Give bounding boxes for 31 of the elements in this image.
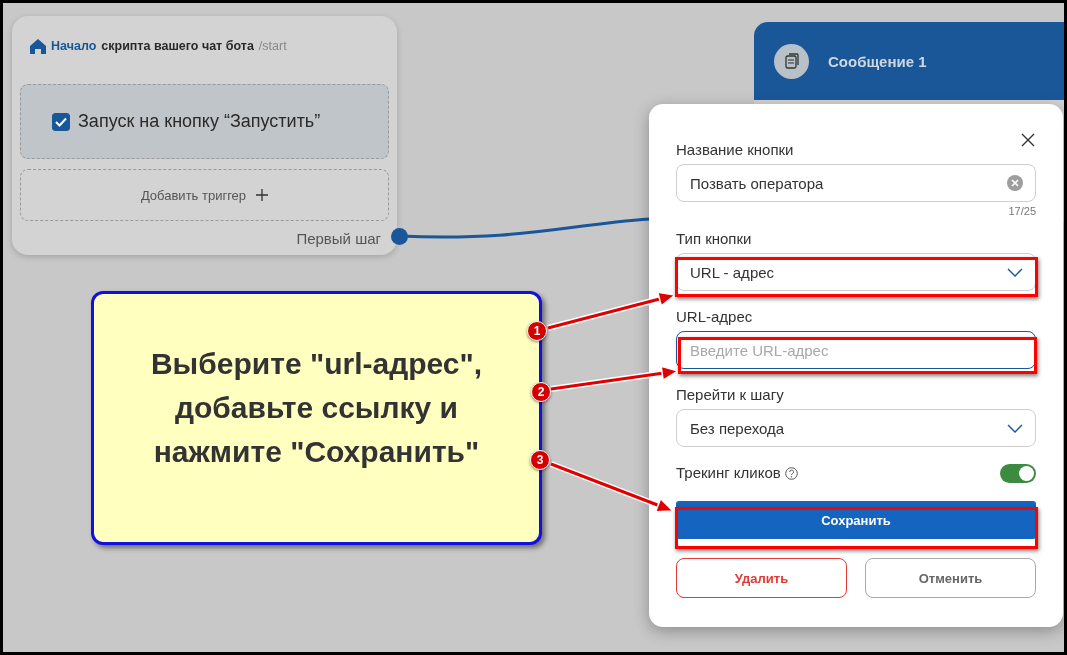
chevron-down-icon	[1007, 423, 1023, 433]
select-field[interactable]: Без перехода	[676, 409, 1036, 447]
trigger-label: Запуск на кнопку “Запустить”	[78, 111, 321, 132]
tracking-toggle[interactable]	[1000, 463, 1036, 483]
add-trigger-label[interactable]: Добавить триггер	[140, 187, 247, 203]
character-counter: 17/25	[1008, 205, 1036, 217]
trigger-checkbox[interactable]	[52, 112, 70, 131]
delete-button[interactable]: Удалить	[676, 558, 847, 598]
close-icon[interactable]	[1021, 133, 1035, 147]
chevron-down-icon	[1007, 267, 1023, 277]
text-field[interactable]: Позвать оператора	[676, 164, 1036, 202]
home-icon	[30, 38, 46, 54]
start-label: Начало	[51, 39, 97, 53]
output-port[interactable]	[391, 228, 408, 245]
clear-icon[interactable]	[1007, 175, 1023, 191]
message-node-title: Сообщение 1	[828, 52, 927, 70]
field-label: URL-адрес	[676, 307, 754, 327]
message-icon	[774, 43, 809, 79]
plus-icon[interactable]	[256, 189, 269, 201]
help-icon[interactable]	[784, 466, 798, 480]
node-title: скрипта вашего чат бота	[101, 39, 254, 53]
callout-text: Выберите "url-адрес", добавьте ссылку и нажмите "Сохранить"	[149, 346, 484, 470]
output-label: Первый шаг	[296, 230, 381, 247]
toggle-label: Трекинг кликов	[676, 463, 781, 483]
field-label: Название кнопки	[676, 140, 795, 160]
field-label: Тип кнопки	[676, 229, 753, 249]
cancel-button[interactable]: Отменить	[865, 558, 1036, 598]
step-marker: 2	[531, 382, 551, 402]
field-label: Перейти к шагу	[676, 385, 785, 405]
command-label: /start	[258, 39, 287, 53]
step-marker: 3	[530, 450, 550, 470]
